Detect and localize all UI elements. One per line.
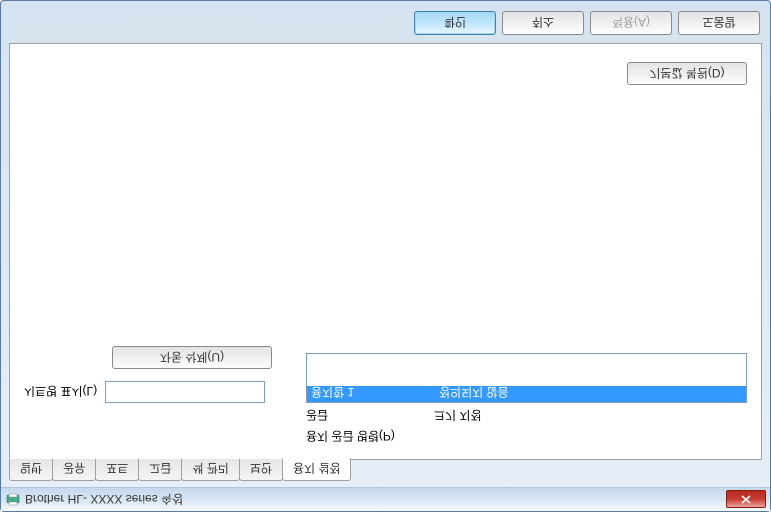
tab-general[interactable]: 일반 (9, 459, 53, 481)
window-title: Brother HL- XXXX series 속성 (25, 491, 726, 508)
reset-row: 기본값 복원(D) (24, 58, 747, 95)
spacer (24, 96, 747, 346)
list-header: 공급 크기 지정 (306, 407, 747, 424)
tray-listbox[interactable]: 용지함 1 정의되지 않음 (306, 353, 747, 403)
display-name-input[interactable] (105, 381, 265, 403)
list-cell-source: 용지함 1 (307, 386, 435, 402)
content-area: 일반 공유 포트 고급 색 관리 보안 용지 설정 용지 공급 명령(P) 공급… (1, 43, 770, 487)
tab-panel: 용지 공급 명령(P) 공급 크기 지정 시트명 표시(L) 자동 삭제(U) (9, 43, 762, 460)
ok-button[interactable]: 확인 (414, 11, 496, 35)
app-icon (5, 492, 21, 508)
left-group: 시트명 표시(L) 자동 삭제(U) (24, 346, 294, 403)
auto-delete-button[interactable]: 자동 삭제(U) (112, 346, 272, 369)
tab-color-management[interactable]: 색 관리 (181, 459, 239, 481)
apply-button[interactable]: 적용(A) (590, 11, 672, 35)
col-header-size: 크기 지정 (434, 407, 482, 424)
tab-region: 일반 공유 포트 고급 색 관리 보안 용지 설정 용지 공급 명령(P) 공급… (9, 43, 762, 481)
divider (24, 95, 747, 96)
tab-sharing[interactable]: 공유 (52, 459, 96, 481)
close-button[interactable] (726, 491, 766, 509)
restore-defaults-button[interactable]: 기본값 복원(D) (627, 62, 747, 85)
display-name-label: 시트명 표시(L) (24, 384, 97, 401)
cancel-button[interactable]: 취소 (502, 11, 584, 35)
tab-ports[interactable]: 포트 (95, 459, 139, 481)
tab-paper-settings[interactable]: 용지 설정 (282, 458, 352, 481)
dialog-button-bar: 확인 취소 적용(A) 도움말 (1, 1, 770, 43)
tab-strip: 일반 공유 포트 고급 색 관리 보안 용지 설정 (9, 459, 762, 481)
tab-advanced[interactable]: 고급 (138, 459, 182, 481)
tab-security[interactable]: 보안 (239, 459, 283, 481)
help-button[interactable]: 도움말 (678, 11, 760, 35)
list-cell-size: 정의되지 않음 (435, 386, 513, 402)
command-label: 용지 공급 명령(P) (306, 428, 747, 445)
upper-row: 시트명 표시(L) 자동 삭제(U) 용지함 1 정의되지 않음 (24, 346, 747, 403)
titlebar: Brother HL- XXXX series 속성 (1, 487, 770, 511)
col-header-source: 공급 (306, 407, 434, 424)
list-row[interactable]: 용지함 1 정의되지 않음 (307, 386, 746, 402)
display-name-row: 시트명 표시(L) (24, 381, 294, 403)
dialog-window: Brother HL- XXXX series 속성 일반 공유 포트 고급 색… (0, 0, 771, 512)
